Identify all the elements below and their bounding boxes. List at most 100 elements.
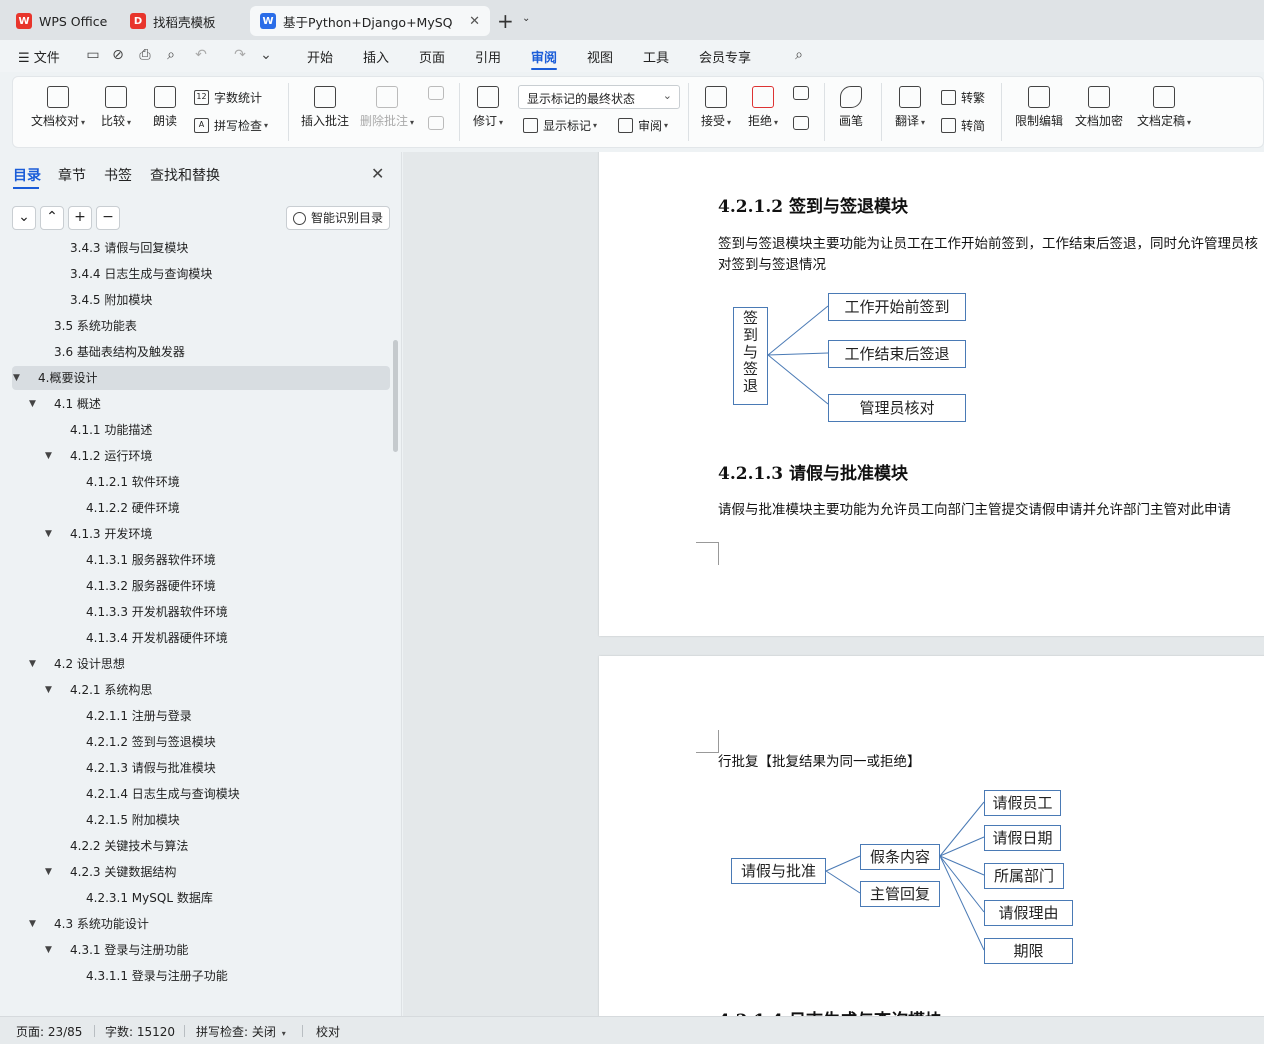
redo-icon[interactable]: ↷ <box>232 47 248 63</box>
toc-item[interactable]: 3.5 系统功能表 <box>12 314 390 338</box>
toc-item[interactable]: ▼ 4.2 设计思想 <box>12 652 390 676</box>
next-change-button[interactable] <box>791 116 811 134</box>
expand-triangle-icon[interactable]: ▼ <box>13 366 20 390</box>
to-traditional-button[interactable]: 转繁 <box>941 89 985 106</box>
expand-triangle-icon[interactable]: ▼ <box>45 444 52 468</box>
nav-tab-toc[interactable]: 目录 <box>13 165 41 185</box>
translate-button[interactable]: 翻译 ▾ <box>893 86 927 129</box>
revise-button[interactable]: 修订 ▾ <box>471 86 505 129</box>
toc-item[interactable]: 4.1.2.1 软件环境 <box>12 470 390 494</box>
show-markup-button[interactable]: 显示标记 ▾ <box>523 117 597 134</box>
document-page[interactable]: 行批复【批复结果为同一或拒绝】 请假与批准 假条内容 主管回复 请假员工 请假日… <box>599 656 1264 1016</box>
toc-item[interactable]: ▼ 4.3 系统功能设计 <box>12 912 390 936</box>
toc-item[interactable]: 4.2.1.1 注册与登录 <box>12 704 390 728</box>
reject-button[interactable]: 拒绝 ▾ <box>746 86 780 129</box>
expand-triangle-icon[interactable]: ▼ <box>29 652 36 676</box>
tab-page[interactable]: 页面 <box>419 47 445 66</box>
toc-item[interactable]: 4.1.3.2 服务器硬件环境 <box>12 574 390 598</box>
file-menu[interactable]: ☰ 文件 <box>18 47 60 66</box>
insert-comment-button[interactable]: 插入批注 <box>300 86 350 129</box>
expand-triangle-icon[interactable]: ▼ <box>29 392 36 416</box>
toc-item[interactable]: 4.2.1.4 日志生成与查询模块 <box>12 782 390 806</box>
tab-review[interactable]: 审阅 <box>531 47 557 66</box>
save-icon[interactable]: ▭ <box>85 47 101 63</box>
finalize-button[interactable]: 文档定稿 ▾ <box>1133 86 1195 129</box>
toc-item[interactable]: 4.3.1.1 登录与注册子功能 <box>12 964 390 988</box>
search-icon[interactable]: ⌕ <box>791 47 807 63</box>
toc-item[interactable]: 4.1.3.3 开发机器软件环境 <box>12 600 390 624</box>
read-aloud-button[interactable]: 朗读 <box>150 86 180 129</box>
compare-button[interactable]: 比较 ▾ <box>99 86 133 129</box>
new-tab-icon[interactable]: + <box>497 9 514 33</box>
close-tab-icon[interactable]: ✕ <box>469 14 480 29</box>
toc-scrollbar[interactable] <box>393 340 398 452</box>
close-icon[interactable]: ✕ <box>371 164 384 183</box>
expand-triangle-icon[interactable]: ▼ <box>45 522 52 546</box>
chevron-down-icon[interactable]: ⌄ <box>522 13 530 24</box>
encrypt-button[interactable]: 文档加密 <box>1073 86 1125 129</box>
toc-item[interactable]: 4.1.1 功能描述 <box>12 418 390 442</box>
tab-tools[interactable]: 工具 <box>643 47 669 66</box>
document-page[interactable]: 4.2.1.2 签到与签退模块 签到与签退模块主要功能为让员工在工作开始前签到，… <box>599 152 1264 636</box>
toc-item[interactable]: 3.6 基础表结构及触发器 <box>12 340 390 364</box>
toc-item[interactable]: ▼ 4.概要设计 <box>12 366 390 390</box>
add-heading-button[interactable]: + <box>68 206 92 230</box>
tab-start[interactable]: 开始 <box>307 47 333 66</box>
expand-triangle-icon[interactable]: ▼ <box>45 938 52 962</box>
print-preview-icon[interactable]: ⌕ <box>163 47 179 63</box>
proofread-button[interactable]: 校对 <box>316 1023 340 1040</box>
prev-change-button[interactable] <box>791 86 811 104</box>
tab-insert[interactable]: 插入 <box>363 47 389 66</box>
word-count-indicator[interactable]: 字数: 15120 <box>105 1023 175 1040</box>
print-icon[interactable]: ⎙ <box>137 47 153 63</box>
toc-item[interactable]: 4.1.2.2 硬件环境 <box>12 496 390 520</box>
restrict-edit-button[interactable]: 限制编辑 <box>1013 86 1065 129</box>
markup-state-select[interactable]: 显示标记的最终状态 ⌄ <box>518 85 680 109</box>
toc-item[interactable]: ▼ 4.1.3 开发环境 <box>12 522 390 546</box>
tab-document[interactable]: W 基于Python+Django+MySQL ✕ <box>250 6 490 36</box>
toc-item[interactable]: 4.2.1.3 请假与批准模块 <box>12 756 390 780</box>
page-indicator[interactable]: 页面: 23/85 <box>16 1023 82 1040</box>
spell-check-toggle[interactable]: 拼写检查: 关闭 ▾ <box>196 1023 286 1040</box>
toc-item[interactable]: 4.2.1.2 签到与签退模块 <box>12 730 390 754</box>
toc-item[interactable]: 4.2.1.5 附加模块 <box>12 808 390 832</box>
tab-wps-office[interactable]: W WPS Office <box>6 6 116 36</box>
toc-item[interactable]: 4.1.3.4 开发机器硬件环境 <box>12 626 390 650</box>
expand-triangle-icon[interactable]: ▼ <box>45 678 52 702</box>
remove-heading-button[interactable]: − <box>96 206 120 230</box>
doc-check-button[interactable]: 文档校对 ▾ <box>30 86 86 129</box>
toc-item[interactable]: ▼ 4.1.2 运行环境 <box>12 444 390 468</box>
nav-tab-bookmarks[interactable]: 书签 <box>104 165 132 185</box>
undo-icon[interactable]: ↶ <box>193 47 209 63</box>
review-pane-button[interactable]: 审阅 ▾ <box>618 117 668 134</box>
toc-item[interactable]: ▼ 4.3.1 登录与注册功能 <box>12 938 390 962</box>
nav-tab-sections[interactable]: 章节 <box>58 165 86 185</box>
toc-item[interactable]: ▼ 4.1 概述 <box>12 392 390 416</box>
more-chevron-icon[interactable]: ⌄ <box>258 47 274 63</box>
nav-tab-find-replace[interactable]: 查找和替换 <box>150 165 220 185</box>
toc-item[interactable]: 3.4.4 日志生成与查询模块 <box>12 262 390 286</box>
spell-check-button[interactable]: A 拼写检查 ▾ <box>194 117 268 134</box>
tab-docer-templates[interactable]: D 找稻壳模板 <box>120 6 246 36</box>
to-simplified-button[interactable]: 转简 <box>941 117 985 134</box>
toc-item[interactable]: 3.4.3 请假与回复模块 <box>12 240 390 260</box>
collapse-up-button[interactable]: ⌃ <box>40 206 64 230</box>
toc-item[interactable]: ▼ 4.2.1 系统构思 <box>12 678 390 702</box>
next-comment-button[interactable] <box>426 116 446 134</box>
delete-comment-button[interactable]: 删除批注 ▾ <box>360 86 414 129</box>
toc-item[interactable]: 3.4.5 附加模块 <box>12 288 390 312</box>
smart-toc-button[interactable]: 智能识别目录 <box>286 206 390 230</box>
prev-comment-button[interactable] <box>426 86 446 104</box>
word-count-button[interactable]: 12 字数统计 <box>194 89 262 106</box>
document-canvas[interactable]: 4.2.1.2 签到与签退模块 签到与签退模块主要功能为让员工在工作开始前签到，… <box>403 152 1264 1016</box>
accept-button[interactable]: 接受 ▾ <box>699 86 733 129</box>
expand-triangle-icon[interactable]: ▼ <box>45 860 52 884</box>
toc-item[interactable]: 4.2.2 关键技术与算法 <box>12 834 390 858</box>
toc-item[interactable]: 4.1.3.1 服务器软件环境 <box>12 548 390 572</box>
pen-button[interactable]: 画笔 <box>836 86 866 129</box>
tab-reference[interactable]: 引用 <box>475 47 501 66</box>
tab-view[interactable]: 视图 <box>587 47 613 66</box>
toc-item[interactable]: ▼ 4.2.3 关键数据结构 <box>12 860 390 884</box>
tab-membership[interactable]: 会员专享 <box>699 47 751 66</box>
toc-item[interactable]: 4.2.3.1 MySQL 数据库 <box>12 886 390 910</box>
